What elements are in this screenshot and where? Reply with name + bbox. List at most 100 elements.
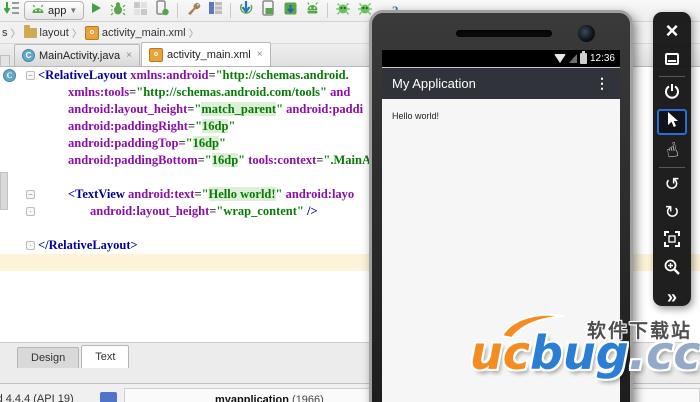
run-icon xyxy=(89,1,103,20)
phone-camera xyxy=(578,25,595,42)
rotate-ccw-button[interactable]: ↺ xyxy=(657,172,687,198)
fold-marker-icon[interactable]: · xyxy=(26,241,35,250)
fit-screen-button[interactable] xyxy=(657,228,687,254)
clock-label: 12:36 xyxy=(590,53,615,64)
related-class-icon[interactable]: C xyxy=(3,69,16,82)
breadcrumb-chevron-icon: 〉 xyxy=(72,25,82,40)
wifi-icon xyxy=(554,54,566,63)
close-icon[interactable]: × xyxy=(126,50,132,61)
emulator-side-toolbar: × ☝ ↺ ↻ » xyxy=(653,12,691,306)
editor-gutter xyxy=(0,101,38,118)
more-button[interactable]: » xyxy=(657,284,687,310)
sdk-download-button[interactable] xyxy=(280,2,300,20)
battery-icon xyxy=(580,53,587,64)
toolbar-separator xyxy=(230,3,231,18)
android-assistant-button[interactable] xyxy=(302,2,322,20)
toolbar-separator xyxy=(177,3,178,18)
debug-button[interactable] xyxy=(108,2,128,20)
device-monitor-icon xyxy=(261,0,275,21)
tab-label: activity_main.xml xyxy=(167,49,251,61)
run-button[interactable] xyxy=(86,2,106,20)
toolbar-separator xyxy=(327,3,328,18)
device-monitor-button[interactable] xyxy=(258,2,278,20)
breadcrumb-label: s xyxy=(2,27,8,39)
fold-marker-icon[interactable]: · xyxy=(26,207,35,216)
editor-gutter: C− xyxy=(0,67,38,84)
android-icon xyxy=(31,4,45,17)
avd-manager-button[interactable] xyxy=(205,2,225,20)
rotate-cw-icon: ↻ xyxy=(664,204,679,222)
rotate-ccw-icon: ↺ xyxy=(664,176,679,194)
editor-gutter: · xyxy=(0,237,38,254)
editor-gutter xyxy=(0,152,38,169)
process-pid: (1966) xyxy=(289,394,324,402)
power-icon xyxy=(663,83,681,106)
sync-sdk-button[interactable] xyxy=(236,2,256,20)
editor-gutter xyxy=(0,84,38,101)
minimize-icon xyxy=(665,53,679,65)
process-name: myapplication xyxy=(215,394,289,402)
tab-MainActivity.java[interactable]: C MainActivity.java × xyxy=(14,44,140,66)
app-actionbar: My Application ⋮ xyxy=(382,68,620,99)
chevron-down-icon: ▼ xyxy=(69,6,77,15)
android-statusbar: 12:36 xyxy=(382,50,620,68)
hand-button[interactable]: ☝ xyxy=(657,137,687,163)
close-icon[interactable]: × xyxy=(257,49,263,60)
run-config-label: app xyxy=(48,5,66,17)
tab-label: Text xyxy=(95,351,115,363)
attach-debugger-button[interactable] xyxy=(152,2,172,20)
more-icon: » xyxy=(667,287,677,308)
power-button[interactable] xyxy=(657,81,687,107)
tab-text[interactable]: Text xyxy=(81,345,129,368)
emulator-screen[interactable]: 12:36 My Application ⋮ Hello world! xyxy=(382,50,620,402)
panel-fragment xyxy=(0,172,8,210)
tab-activity_main.xml[interactable]: o activity_main.xml × xyxy=(141,42,271,66)
app-content: Hello world! xyxy=(382,99,620,133)
debug-icon xyxy=(110,1,126,21)
breadcrumb-chevron-icon: 〉 xyxy=(189,25,199,40)
xml-file-icon: o xyxy=(149,48,163,62)
android-studio-window: app▼? s〉layout〉oactivity_main.xml〉 CMain… xyxy=(0,0,700,402)
toolbar-separator xyxy=(659,167,685,168)
attach-debugger-icon xyxy=(155,0,169,21)
close-button[interactable]: × xyxy=(657,18,687,44)
hand-cursor-icon: ☝ xyxy=(664,137,681,163)
fold-marker-icon[interactable]: − xyxy=(26,71,35,80)
rotate-cw-button[interactable]: ↻ xyxy=(657,200,687,226)
close-icon: × xyxy=(666,21,679,41)
bug-report-button[interactable] xyxy=(333,2,353,20)
sort-lines-button[interactable] xyxy=(2,2,22,20)
device-icon xyxy=(100,392,117,402)
xml-file-icon: o xyxy=(85,26,99,40)
device-label: android 4.4.4 (API 19) xyxy=(0,393,74,402)
minimize-button[interactable] xyxy=(657,46,687,72)
app-title: My Application xyxy=(392,76,476,91)
pointer-button[interactable] xyxy=(657,109,687,135)
coverage-icon xyxy=(133,1,148,21)
avd-manager-icon xyxy=(208,1,223,20)
settings-wrench-icon xyxy=(186,1,201,21)
breadcrumb-label: activity_main.xml xyxy=(102,27,186,39)
tab-design[interactable]: Design xyxy=(17,347,79,368)
editor-gutter xyxy=(0,118,38,135)
pointer-icon xyxy=(664,111,680,134)
fold-marker-icon[interactable]: − xyxy=(26,190,35,199)
editor-gutter xyxy=(0,135,38,152)
toolbar-separator xyxy=(659,76,685,77)
folder-icon xyxy=(24,28,37,38)
breadcrumb-item-s[interactable]: s xyxy=(2,27,8,39)
coverage-button[interactable] xyxy=(130,2,150,20)
tab-label: MainActivity.java xyxy=(39,50,120,62)
emulator-phone: 12:36 My Application ⋮ Hello world! xyxy=(369,10,633,402)
tab-label: Design xyxy=(31,352,65,364)
android-assistant-icon xyxy=(305,1,320,20)
settings-wrench-button[interactable] xyxy=(183,2,203,20)
phone-speaker xyxy=(456,30,552,37)
run-config-dropdown[interactable]: app▼ xyxy=(24,1,84,20)
breadcrumb-item-activity_main.xml[interactable]: oactivity_main.xml xyxy=(85,26,186,40)
editor-gutter xyxy=(0,220,38,237)
breadcrumb-item-layout[interactable]: layout xyxy=(24,27,69,39)
overflow-menu-icon[interactable]: ⋮ xyxy=(595,75,610,92)
zoom-in-button[interactable] xyxy=(657,256,687,282)
class-icon: C xyxy=(22,49,35,62)
